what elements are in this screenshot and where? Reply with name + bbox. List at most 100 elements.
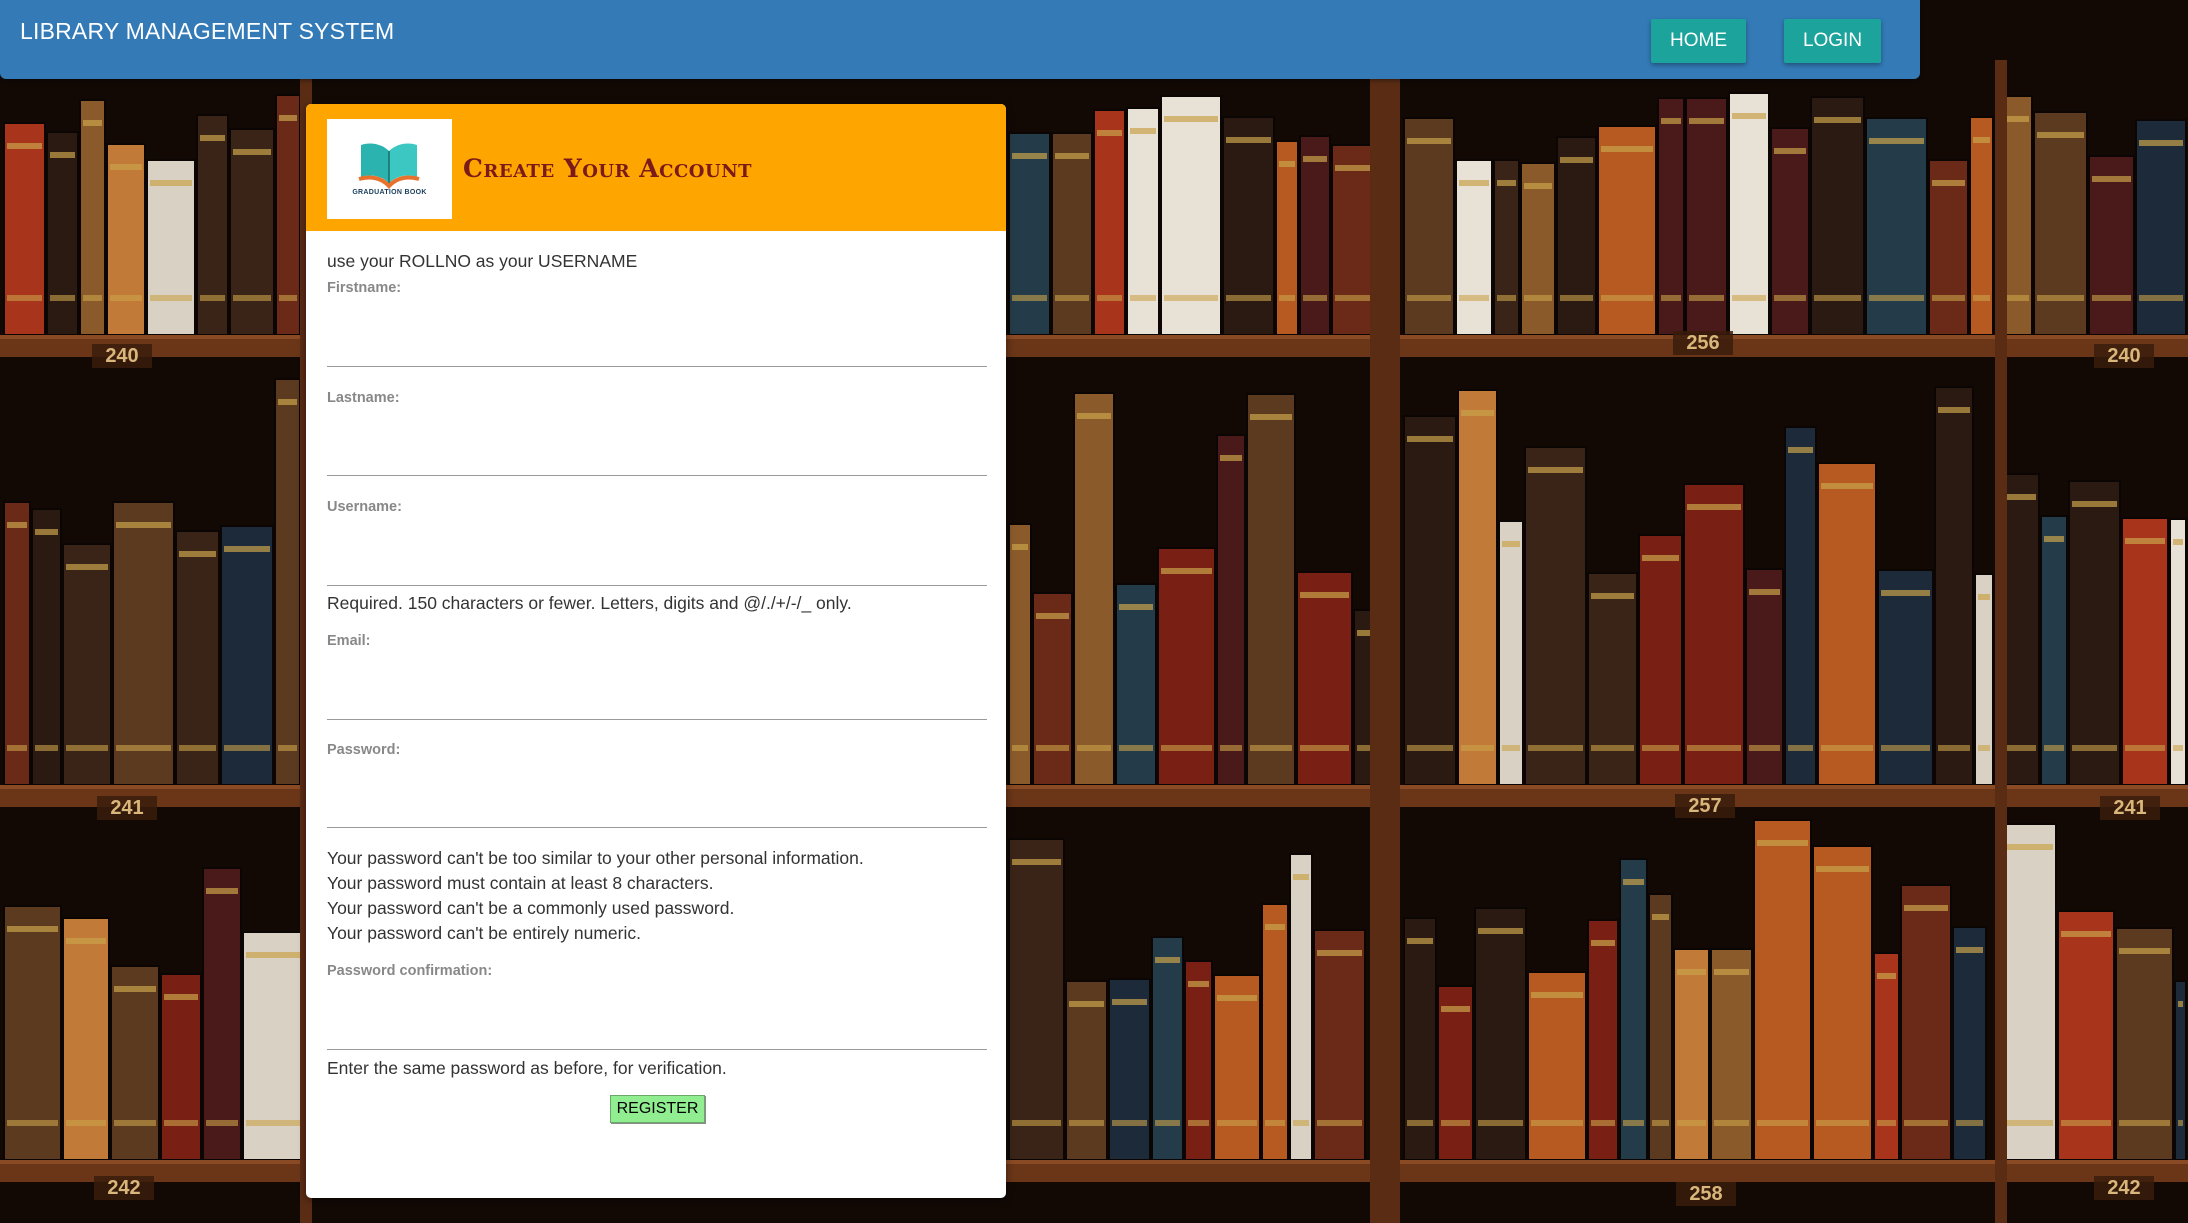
spine-band (66, 564, 108, 570)
password-confirmation-help: Enter the same password as before, for v… (327, 1058, 727, 1078)
spine-band (7, 295, 42, 301)
spine-band (246, 952, 300, 958)
spine-band (66, 1120, 106, 1126)
spine-band (279, 295, 297, 301)
spine-band (1904, 905, 1948, 911)
password-confirmation-input[interactable] (327, 1005, 987, 1050)
spine-band (1677, 1120, 1706, 1126)
spine-band (1300, 592, 1349, 598)
spine-band (1055, 153, 1089, 159)
spine-band (83, 295, 102, 301)
home-button[interactable]: HOME (1651, 19, 1746, 63)
book-spine (1299, 135, 1331, 336)
spine-band (1497, 295, 1516, 301)
spine-band (1441, 1006, 1470, 1012)
book-spine (1934, 386, 1974, 786)
email-input[interactable] (327, 675, 987, 720)
spine-band (1821, 483, 1873, 489)
spine-band (1217, 1120, 1257, 1126)
spine-band (1459, 295, 1489, 301)
spine-band (2037, 132, 2084, 138)
book-spine (1403, 415, 1457, 786)
spine-band (1407, 1120, 1433, 1126)
spine-band (2092, 176, 2131, 182)
spine-band (1265, 1120, 1285, 1126)
book-spine (1051, 132, 1093, 336)
book-spine (160, 973, 202, 1161)
spine-band (50, 152, 75, 158)
spine-band (7, 522, 27, 528)
book-spine (1974, 573, 1994, 786)
book-spine (2174, 980, 2187, 1161)
spine-band (1714, 1120, 1749, 1126)
login-button[interactable]: LOGIN (1784, 19, 1881, 63)
spine-band (233, 295, 271, 301)
spine-band (1973, 137, 1990, 143)
spine-band (116, 745, 171, 751)
spine-band (7, 926, 58, 932)
spine-band (1956, 947, 1983, 953)
book-spine (1184, 960, 1213, 1161)
book-spine (1108, 978, 1151, 1161)
spine-band (1335, 165, 1370, 171)
book-spine (112, 501, 175, 786)
spine-band (1293, 874, 1309, 880)
spine-band (1497, 180, 1516, 186)
spine-band (1012, 153, 1047, 159)
shelf-divider (1370, 60, 1400, 1223)
spine-band (35, 529, 58, 535)
book-spine (1093, 109, 1126, 336)
spine-band (1956, 1120, 1983, 1126)
spine-band (1293, 1120, 1309, 1126)
firstname-input[interactable] (327, 322, 987, 367)
spine-band (164, 1120, 198, 1126)
lastname-input[interactable] (327, 431, 987, 476)
book-spine (1710, 948, 1753, 1161)
book-spine (1587, 572, 1638, 786)
spine-band (1877, 973, 1896, 979)
password-help-line: Your password can't be entirely numeric. (327, 923, 641, 943)
spine-band (1591, 745, 1634, 751)
spine-band (1531, 992, 1583, 998)
book-spine (146, 159, 196, 336)
spine-band (110, 164, 142, 170)
book-spine (3, 501, 31, 786)
book-spine (1065, 980, 1108, 1161)
book-spine (1527, 971, 1587, 1161)
spine-band (233, 149, 271, 155)
book-spine (1008, 132, 1051, 336)
spine-band (1077, 745, 1111, 751)
spine-band (2125, 538, 2165, 544)
spine-band (1591, 1120, 1615, 1126)
book-spine (1403, 117, 1455, 336)
book-spine (46, 131, 79, 336)
spine-band (2061, 931, 2111, 937)
spine-band (2007, 494, 2036, 500)
book-spine (1683, 483, 1745, 786)
spine-band (1112, 1120, 1147, 1126)
firstname-label: Firstname: (327, 280, 402, 296)
spine-band (1560, 295, 1593, 301)
spine-band (2125, 745, 2165, 751)
spine-band (1661, 118, 1681, 124)
spine-band (1012, 295, 1047, 301)
book-spine (3, 122, 46, 336)
spine-band (2007, 844, 2053, 850)
password-input[interactable] (327, 783, 987, 828)
shelf-divider (1995, 60, 2007, 1223)
open-book-icon (358, 143, 420, 189)
book-spine (2088, 155, 2135, 336)
spine-band (150, 295, 192, 301)
spine-band (2044, 536, 2064, 542)
register-button[interactable]: REGISTER (610, 1095, 705, 1123)
username-input[interactable] (327, 541, 987, 586)
spine-band (1461, 745, 1494, 751)
spine-band (1642, 745, 1679, 751)
book-spine (1222, 116, 1275, 336)
spine-band (1012, 1120, 1061, 1126)
spine-band (1055, 295, 1089, 301)
spine-band (1642, 555, 1679, 561)
book-spine (1770, 127, 1810, 336)
spine-band (2044, 745, 2064, 751)
password-help-line: Your password must contain at least 8 ch… (327, 873, 714, 893)
